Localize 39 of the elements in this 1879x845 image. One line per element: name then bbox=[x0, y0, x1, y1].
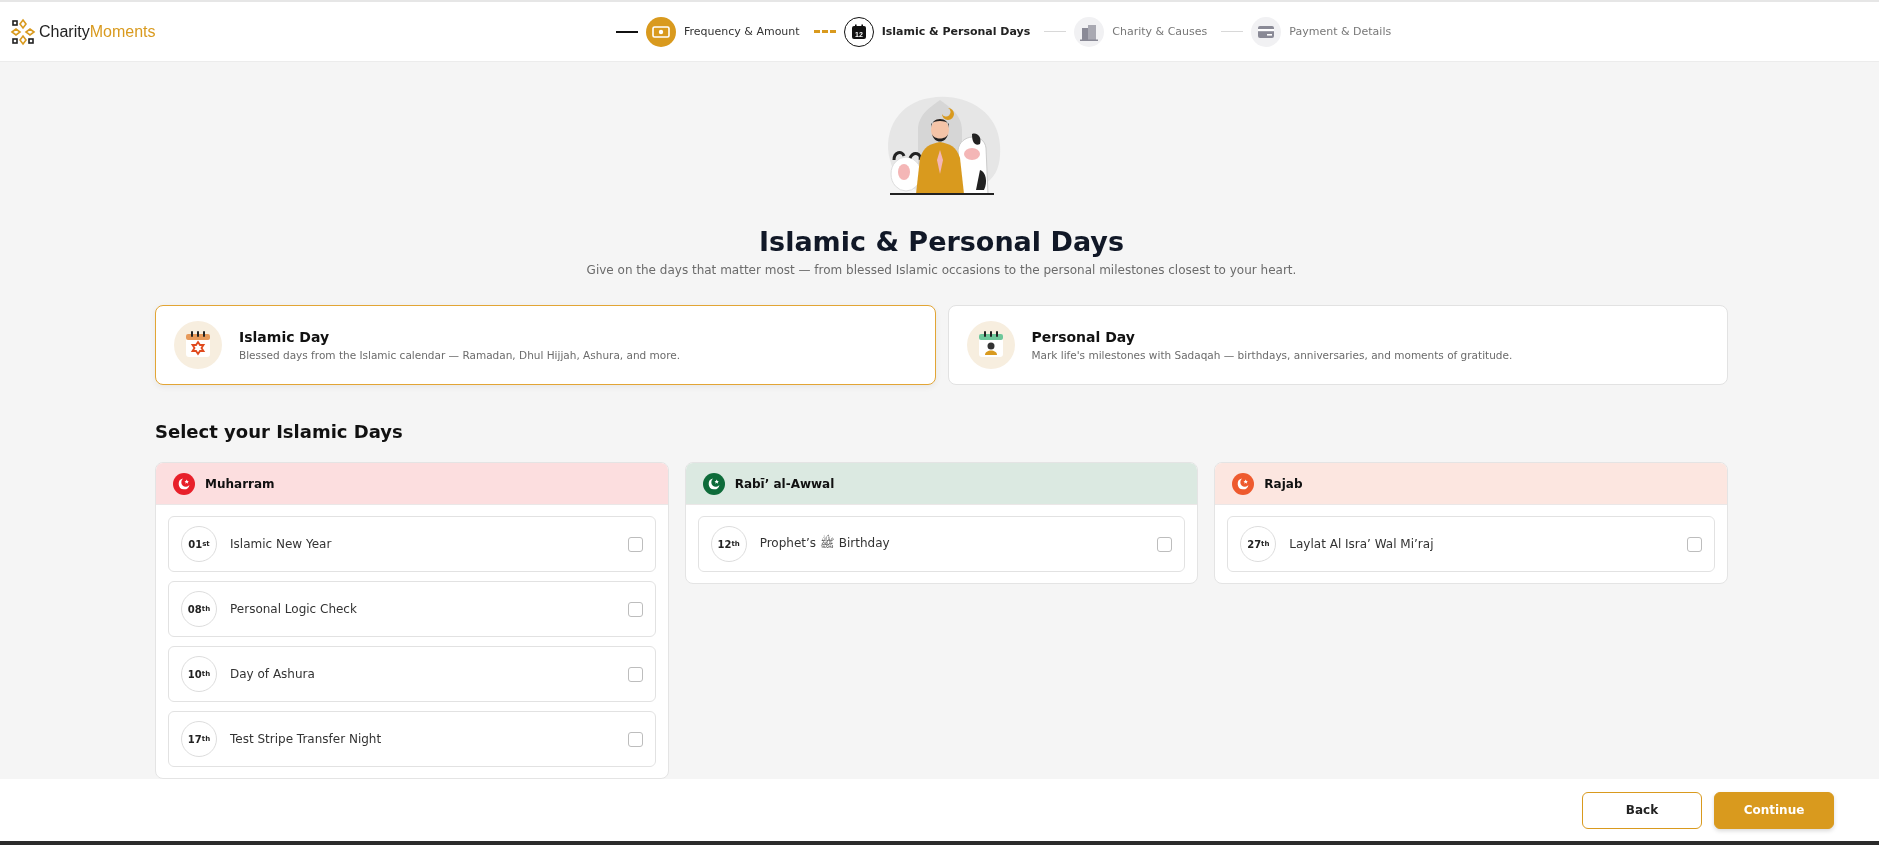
step-label[interactable]: Islamic & Personal Days bbox=[881, 25, 1031, 38]
month-name: Muharram bbox=[205, 476, 275, 491]
step-label[interactable]: Charity & Causes bbox=[1112, 25, 1208, 38]
day-type-card[interactable]: Personal Day Mark life's milestones with Sadaqah — birthdays, anniversaries, and moments of gratitude. bbox=[947, 305, 1728, 385]
step-label[interactable]: Frequency & Amount bbox=[684, 25, 800, 38]
day-type-title: Islamic Day bbox=[239, 329, 331, 345]
checkbox[interactable] bbox=[627, 601, 643, 617]
logo-icon bbox=[10, 17, 36, 46]
day-name: Laylat Al Isra’ Wal Mi’raj bbox=[1289, 537, 1435, 551]
step-connector bbox=[616, 30, 638, 33]
page-title: Islamic & Personal Days bbox=[758, 226, 1125, 257]
day-type-description: Mark life's milestones with Sadaqah — birthdays, anniversaries, and moments of gratitude. bbox=[1031, 349, 1513, 361]
step-connector bbox=[1221, 31, 1244, 32]
checkbox[interactable] bbox=[627, 731, 643, 747]
checkbox[interactable] bbox=[627, 666, 643, 682]
step-building-icon[interactable] bbox=[1074, 16, 1105, 47]
day-name: Personal Logic Check bbox=[230, 602, 358, 616]
day-type-title: Personal Day bbox=[1031, 329, 1136, 345]
section-title: Select your Islamic Days bbox=[155, 421, 404, 442]
logo-text: CharityMoments bbox=[39, 22, 156, 41]
step-banknote-icon[interactable] bbox=[646, 16, 676, 47]
step-label[interactable]: Payment & Details bbox=[1289, 25, 1392, 38]
page-subtitle: Give on the days that matter most — from blessed Islamic occasions to the personal milestones closest to your heart. bbox=[585, 263, 1298, 277]
checkbox[interactable] bbox=[1157, 536, 1173, 552]
day-name: Day of Ashura bbox=[230, 667, 316, 681]
calendar-person-icon bbox=[966, 321, 1015, 369]
day-name: Islamic New Year bbox=[230, 537, 333, 551]
checkbox[interactable] bbox=[1687, 536, 1702, 552]
day-name: Test Stripe Transfer Night bbox=[230, 732, 383, 746]
month-name: Rabī’ al-Awwal bbox=[734, 476, 835, 491]
month-name: Rajab bbox=[1264, 476, 1303, 491]
step-card-icon[interactable] bbox=[1251, 16, 1282, 47]
checkbox[interactable] bbox=[627, 536, 643, 552]
day-type-card[interactable]: Islamic Day Blessed days from the Islamic calendar — Ramadan, Dhul Hijjah, Ashura, and more. bbox=[155, 305, 936, 385]
back-button[interactable]: Back bbox=[1582, 791, 1702, 829]
day-name: Prophet’s ﷺ Birthday bbox=[759, 535, 891, 552]
day-type-description: Blessed days from the Islamic calendar — Ramadan, Dhul Hijjah, Ashura, and more. bbox=[239, 349, 681, 361]
step-connector bbox=[1044, 31, 1067, 32]
step-connector bbox=[813, 30, 836, 33]
